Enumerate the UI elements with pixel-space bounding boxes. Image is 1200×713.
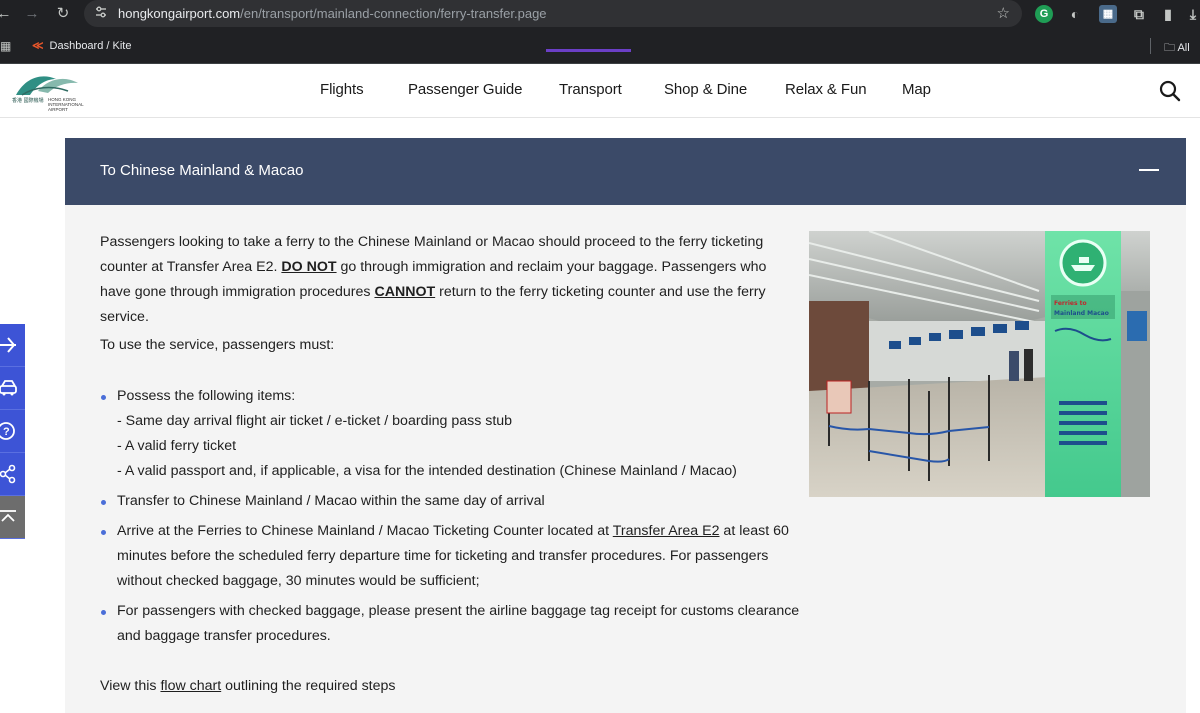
bookmark-dashboard-kite[interactable]: ≪ Dashboard / Kite: [32, 39, 131, 52]
grammarly-icon[interactable]: G: [1035, 5, 1053, 23]
flow-chart-paragraph: View this flow chart outlining the requi…: [100, 678, 396, 694]
flow-chart-link[interactable]: flow chart: [160, 678, 221, 694]
url-text: hongkongairport.com/en/transport/mainlan…: [118, 6, 547, 21]
nav-map[interactable]: Map: [902, 81, 931, 98]
back-icon[interactable]: ←: [0, 4, 14, 24]
all-bookmarks[interactable]: 🗀 All: [1164, 39, 1190, 58]
cannot-emphasis: CANNOT: [374, 284, 436, 300]
bookmarks-bar: ▦ ≪ Dashboard / Kite 🗀 All: [0, 28, 1200, 64]
list-item: Transfer to Chinese Mainland / Macao wit…: [100, 489, 800, 519]
site-header: 香港 國際機場 HONG KONG INTERNATIONAL AIRPORT …: [0, 64, 1200, 118]
transfer-area-e2-link[interactable]: Transfer Area E2: [613, 523, 720, 539]
intro-paragraph: Passengers looking to take a ferry to th…: [100, 234, 767, 325]
bookmark-star-icon[interactable]: ☆: [997, 4, 1010, 22]
accordion-content: Passengers looking to take a ferry to th…: [100, 230, 800, 694]
address-bar[interactable]: hongkongairport.com/en/transport/mainlan…: [84, 0, 1022, 27]
logo-chinese-text: 香港 國際機場: [12, 98, 44, 104]
share-icon[interactable]: [0, 453, 25, 496]
nav-flights[interactable]: Flights: [320, 81, 364, 98]
forward-icon[interactable]: →: [22, 4, 42, 24]
folder-icon: 🗀: [1164, 42, 1175, 54]
download-icon[interactable]: ⤓: [1184, 5, 1200, 23]
list-item: Possess the following items: - Same day …: [100, 384, 800, 489]
collapse-icon[interactable]: [1139, 169, 1159, 171]
requirements-intro: To use the service, passengers must:: [100, 337, 335, 353]
extensions-puzzle-icon[interactable]: ⧉: [1130, 5, 1148, 23]
svg-text:?: ?: [3, 426, 10, 438]
nav-passenger-guide[interactable]: Passenger Guide: [408, 81, 523, 98]
svg-text:Mainland Macao: Mainland Macao: [1054, 310, 1109, 317]
search-icon[interactable]: [1157, 78, 1183, 104]
accordion-title: To Chinese Mainland & Macao: [100, 162, 304, 179]
reload-icon[interactable]: ↻: [53, 4, 73, 24]
nav-relax-fun[interactable]: Relax & Fun: [785, 81, 867, 98]
question-icon[interactable]: ?: [0, 410, 25, 453]
extension-icon[interactable]: ◐: [1066, 5, 1084, 23]
profile-icon[interactable]: ▮: [1159, 5, 1177, 23]
requirements-list: Possess the following items: - Same day …: [100, 384, 800, 649]
nav-shop-dine[interactable]: Shop & Dine: [664, 81, 747, 98]
extension-qr-icon[interactable]: ▦: [1099, 5, 1117, 23]
back-to-top-icon[interactable]: [0, 496, 25, 539]
list-item: For passengers with checked baggage, ple…: [100, 599, 800, 649]
site-info-icon[interactable]: [92, 5, 110, 23]
accordion-header[interactable]: To Chinese Mainland & Macao: [65, 138, 1186, 205]
logo-english-text: HONG KONG INTERNATIONAL AIRPORT: [48, 97, 84, 112]
list-item: Arrive at the Ferries to Chinese Mainlan…: [100, 519, 800, 599]
plane-icon[interactable]: [0, 324, 25, 367]
kite-icon: ≪: [32, 40, 44, 52]
accordion-panel: To Chinese Mainland & Macao Passengers l…: [65, 138, 1186, 713]
svg-text:Ferries to: Ferries to: [1054, 300, 1087, 307]
browser-toolbar: ← → ↻ hongkongairport.com/en/transport/m…: [0, 0, 1200, 28]
do-not-emphasis: DO NOT: [281, 259, 337, 275]
car-icon[interactable]: [0, 367, 25, 410]
nav-transport[interactable]: Transport: [559, 81, 622, 98]
bookmark-divider: [1150, 38, 1151, 54]
apps-icon[interactable]: ▦: [0, 39, 11, 53]
ferry-counter-photo: Ferries to Mainland Macao: [809, 231, 1150, 497]
nav-active-indicator: [546, 49, 631, 52]
floating-toolbar: ?: [0, 324, 25, 539]
